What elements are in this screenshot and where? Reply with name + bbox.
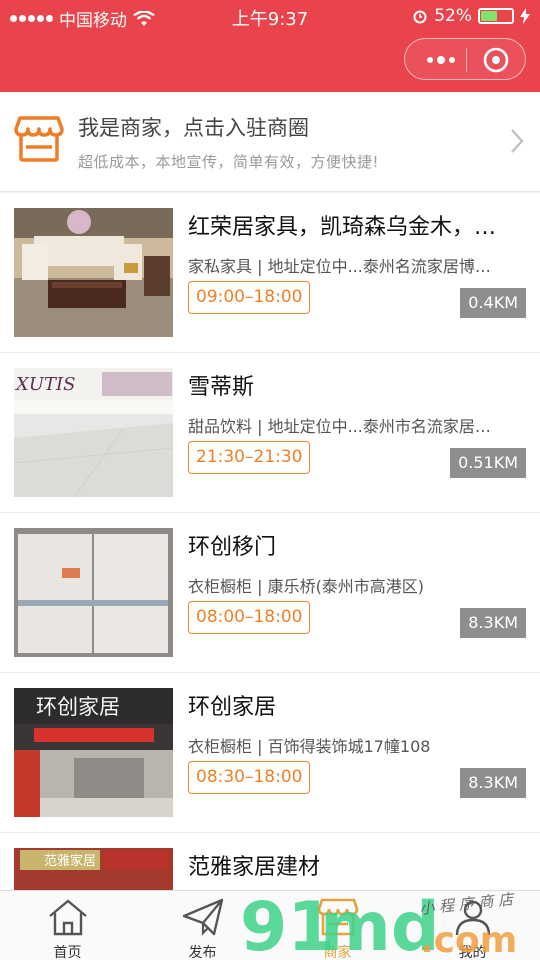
target-close-icon bbox=[483, 47, 509, 73]
svg-text:环创家居: 环创家居 bbox=[36, 695, 120, 719]
distance-badge: 8.3KM bbox=[460, 608, 526, 638]
distance-badge: 8.3KM bbox=[460, 768, 526, 798]
tab-label: 商家 bbox=[323, 945, 352, 960]
charging-icon bbox=[520, 8, 530, 24]
shop-name: 环创移门 bbox=[188, 535, 277, 560]
tab-merchants[interactable]: 商家 bbox=[270, 891, 405, 960]
shop-thumbnail: XUTIS bbox=[14, 368, 173, 497]
shop-card[interactable]: 环创移门 衣柜橱柜 | 康乐桥(泰州市高港区) 08:00–18:00 8.3K… bbox=[0, 513, 540, 673]
shop-thumbnail bbox=[14, 208, 173, 337]
shop-list: 红荣居家具，凯琦森乌金木，… 家私家具 | 地址定位中...泰州名流家居博… 0… bbox=[0, 193, 540, 890]
battery-icon bbox=[478, 8, 514, 24]
chevron-right-icon bbox=[511, 129, 524, 153]
close-mini-program-button[interactable] bbox=[477, 45, 515, 75]
shop-card[interactable]: 范雅家居 范雅家居建材 bbox=[0, 833, 540, 890]
business-hours-tag: 21:30–21:30 bbox=[188, 441, 311, 474]
shop-thumbnail bbox=[14, 528, 173, 657]
shop-icon bbox=[317, 898, 359, 936]
shop-description: 衣柜橱柜 | 康乐桥(泰州市高港区) bbox=[188, 577, 425, 596]
shop-thumbnail: 范雅家居 bbox=[14, 848, 173, 890]
shop-name: 范雅家居建材 bbox=[188, 855, 321, 880]
home-icon bbox=[49, 899, 87, 936]
merchant-join-banner[interactable]: 我是商家，点击入驻商圈 超低成本，本地宣传，简单有效，方便快捷! bbox=[0, 92, 540, 192]
tab-mine[interactable]: 我的 bbox=[405, 891, 540, 960]
shop-name: 环创家居 bbox=[188, 695, 277, 720]
app-page: 中国移动 上午9:37 52% 我是商家，点击入驻商圈 超低成本，本地宣传，简单… bbox=[0, 0, 540, 960]
business-hours-tag: 08:00–18:00 bbox=[188, 601, 311, 634]
capsule-divider bbox=[466, 48, 467, 72]
bottom-tab-bar: 首页 发布 商家 我的 bbox=[0, 890, 540, 960]
shop-card[interactable]: 红荣居家具，凯琦森乌金木，… 家私家具 | 地址定位中...泰州名流家居博… 0… bbox=[0, 193, 540, 353]
user-icon bbox=[455, 900, 491, 936]
shop-card[interactable]: XUTIS 雪蒂斯 甜品饮料 | 地址定位中...泰州市名流家居… 21:30–… bbox=[0, 353, 540, 513]
header-bar: 中国移动 上午9:37 52% bbox=[0, 0, 540, 92]
svg-text:范雅家居: 范雅家居 bbox=[44, 853, 96, 869]
business-hours-tag: 08:30–18:00 bbox=[188, 761, 311, 794]
banner-title: 我是商家，点击入驻商圈 bbox=[78, 116, 309, 140]
shop-description: 衣柜橱柜 | 百饰得装饰城17幢108 bbox=[188, 737, 431, 756]
tab-label: 首页 bbox=[53, 945, 82, 960]
more-icon bbox=[427, 56, 455, 64]
mini-program-capsule bbox=[404, 38, 526, 80]
shop-card[interactable]: 环创家居 环创家居 衣柜橱柜 | 百饰得装饰城17幢108 08:30–18:0… bbox=[0, 673, 540, 833]
tab-label: 发布 bbox=[188, 945, 217, 960]
more-menu-button[interactable] bbox=[419, 45, 463, 75]
shop-name: 雪蒂斯 bbox=[188, 375, 255, 400]
svg-text:XUTIS: XUTIS bbox=[14, 374, 75, 395]
send-icon bbox=[182, 898, 224, 936]
shop-description: 家私家具 | 地址定位中...泰州名流家居博… bbox=[188, 257, 491, 276]
shop-icon bbox=[14, 116, 64, 162]
distance-badge: 0.51KM bbox=[450, 448, 526, 478]
distance-badge: 0.4KM bbox=[460, 288, 526, 318]
alarm-icon bbox=[413, 10, 427, 24]
tab-label: 我的 bbox=[458, 945, 487, 960]
shop-description: 甜品饮料 | 地址定位中...泰州市名流家居… bbox=[188, 417, 491, 436]
battery-percent: 52% bbox=[434, 6, 472, 26]
status-bar: 中国移动 上午9:37 52% bbox=[0, 0, 540, 32]
banner-subtitle: 超低成本，本地宣传，简单有效，方便快捷! bbox=[78, 153, 380, 171]
business-hours-tag: 09:00–18:00 bbox=[188, 281, 311, 314]
tab-home[interactable]: 首页 bbox=[0, 891, 135, 960]
tab-publish[interactable]: 发布 bbox=[135, 891, 270, 960]
status-right: 52% bbox=[412, 6, 530, 26]
shop-name: 红荣居家具，凯琦森乌金木，… bbox=[188, 215, 497, 240]
shop-thumbnail: 环创家居 bbox=[14, 688, 173, 817]
